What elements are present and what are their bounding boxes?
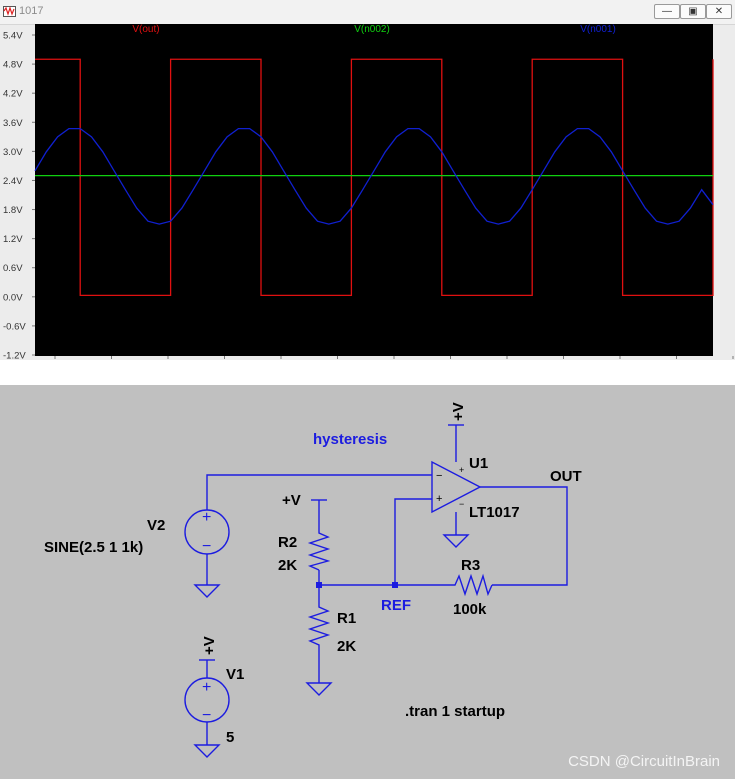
v2-minus-sign: − [202,538,211,555]
junction-dot [316,582,322,588]
window-gap [0,360,735,385]
y-tick-label: 0.6V [3,263,23,274]
net-label-hysteresis[interactable]: hysteresis [313,431,387,448]
v1-minus-sign: − [202,707,211,724]
legend-item[interactable]: V(out) [132,24,159,35]
wire-noninverting-ref [394,498,432,585]
spice-directive[interactable]: .tran 1 startup [405,703,505,720]
y-tick-label: 1.2V [3,234,23,245]
y-tick-label: -1.2V [3,351,26,361]
opamp-vplus-pin: + [459,465,464,475]
ground-icon [193,584,221,598]
v1-value-label[interactable]: 5 [226,729,234,746]
y-tick-label: 2.4V [3,176,23,187]
u1-supply-label: +V [450,402,467,421]
ground-icon [442,534,470,548]
v2-plus-sign: + [202,509,211,526]
wire-ref-node [318,570,450,600]
y-axis: 5.4V 4.8V 4.2V 3.6V 3.0V 2.4V 1.8V 1.2V 0.6V 0.0V… [3,31,35,361]
waveform-window: 1017 — ▣ ✕ 5.4V 4.8V 4.2V 3.6V 3.0V 2.4V 1.8V 1… [0,0,735,360]
resistor-r2[interactable] [307,528,331,571]
opamp-plus-sign: + [436,493,442,505]
y-tick-label: 5.4V [3,31,23,42]
legend-item[interactable]: V(n002) [354,24,390,35]
opamp-minus-sign: − [436,470,442,482]
y-tick-label: 3.6V [3,118,23,129]
legend-item[interactable]: V(n001) [580,24,616,35]
voltage-source-v2[interactable]: + − [184,509,230,555]
v1-supply-label: +V [201,636,218,655]
ground-icon [193,744,221,758]
v2-name-label: V2 [147,517,165,534]
y-tick-label: 0.0V [3,292,23,303]
r3-name-label: R3 [461,557,480,574]
ref-label[interactable]: REF [381,597,411,614]
y-tick-label: 4.8V [3,60,23,71]
plot-area[interactable] [35,24,713,356]
opamp-name-label: U1 [469,455,488,472]
schematic-canvas[interactable]: − + + − + − + − hysteresis U1 LT1017 OUT… [0,385,735,779]
schematic-area[interactable]: − + + − + − + − hysteresis U1 LT1017 OUT… [0,385,735,779]
y-tick-label: 3.0V [3,147,23,158]
opamp-model-label[interactable]: LT1017 [469,504,520,521]
ground-icon [305,682,333,696]
r2-name-label: R2 [278,534,297,551]
voltage-source-v1[interactable]: + − [184,677,230,724]
y-tick-label: -0.6V [3,321,26,332]
resistor-r1[interactable] [307,600,331,655]
v2-value-label[interactable]: SINE(2.5 1 1k) [44,539,143,556]
opamp-vminus-pin: − [459,499,464,509]
wire-feedback-out [480,486,568,586]
watermark: CSDN @CircuitInBrain [568,753,720,770]
x-axis [54,356,734,359]
r2-supply-label: +V [282,492,301,509]
v1-plus-sign: + [202,679,211,696]
waveform-plot[interactable]: 5.4V 4.8V 4.2V 3.6V 3.0V 2.4V 1.8V 1.2V 0.6V 0.0V… [0,0,735,360]
junction-dot-ref [392,582,398,588]
r3-value-label[interactable]: 100k [453,601,487,618]
wires [206,425,568,745]
v1-name-label: V1 [226,666,244,683]
r1-name-label: R1 [337,610,356,627]
y-tick-label: 4.2V [3,89,23,100]
r2-value-label[interactable]: 2K [278,557,297,574]
y-tick-label: 1.8V [3,205,23,216]
out-label[interactable]: OUT [550,468,582,485]
r1-value-label[interactable]: 2K [337,638,356,655]
resistor-r3[interactable] [450,573,493,597]
